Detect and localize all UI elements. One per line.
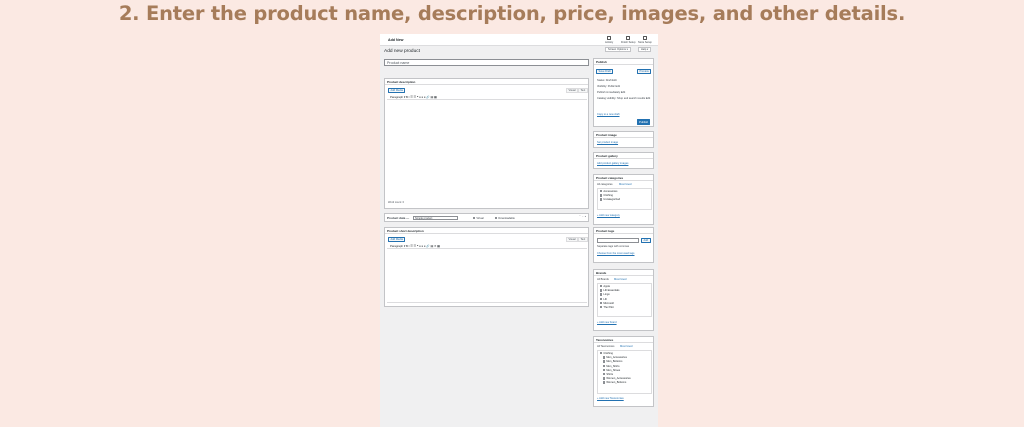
status-text: Status: Draft Edit [597, 79, 617, 82]
finish-setup-icon [626, 36, 631, 40]
short-description-title: Product short description [385, 228, 588, 234]
taxonomies-title: Taxonomies [594, 337, 653, 343]
product-type-select[interactable]: Simple product [413, 216, 458, 220]
brands-title: Brands [594, 270, 653, 276]
copy-draft-link[interactable]: Copy to a new draft [597, 113, 620, 116]
visibility-text: Visibility: Public Edit [597, 85, 621, 88]
preview-button[interactable]: Preview [637, 69, 652, 74]
product-tags-title: Product tags [594, 228, 653, 234]
short-add-media-button[interactable]: Add Media [388, 237, 406, 242]
publish-box: Publish Save Draft Preview Status: Draft… [593, 58, 654, 127]
tab-most-used-brands[interactable]: Most Used [614, 278, 626, 281]
product-image-box: Product image Set product image [593, 131, 654, 148]
finish-setup-button[interactable]: Finish Setup [621, 36, 635, 44]
save-draft-button[interactable]: Save Draft [596, 69, 614, 74]
tab-all-brands[interactable]: All Brands [597, 278, 609, 281]
add-tag-button[interactable]: Add [641, 238, 651, 243]
product-description-box: Product description Add Media Visual Tex… [384, 78, 589, 209]
brand-item[interactable]: The Pilot [600, 305, 649, 310]
taxonomies-list: Clothing Men_Accessories Men_Bottoms Men… [597, 350, 652, 394]
publish-title: Publish [594, 59, 653, 65]
publish-button[interactable]: Publish [637, 119, 651, 125]
screen-options-button[interactable]: Screen Options ▾ [605, 47, 631, 52]
short-description-editor[interactable] [387, 249, 587, 303]
add-brand-link[interactable]: + Add new brand [597, 321, 617, 324]
product-data-box: Product data — Simple product Virtual Do… [384, 213, 589, 222]
step-heading: 2. Enter the product name, description, … [118, 2, 906, 25]
taxonomy-item[interactable]: Women_Bottoms [600, 381, 649, 385]
admin-topbar: Add New Activity Finish Setup Store Setu… [380, 34, 658, 46]
tab-most-used-categories[interactable]: Most Used [619, 183, 631, 186]
help-button[interactable]: Help ▾ [638, 47, 652, 52]
categories-list: Accessories Clothing Uncategorized [597, 188, 652, 210]
add-media-button[interactable]: Add Media [388, 88, 406, 93]
product-name-input[interactable]: Product name [384, 59, 589, 66]
store-setup-icon [642, 36, 647, 40]
activity-button[interactable]: Activity [605, 36, 613, 44]
product-categories-title: Product categories [594, 175, 653, 181]
product-categories-box: Product categories All categories Most U… [593, 174, 654, 225]
product-tags-box: Product tags Add Separate tags with comm… [593, 227, 654, 263]
store-setup-button[interactable]: Store Setup [638, 36, 652, 44]
tab-most-used-taxonomies[interactable]: Most Used [620, 345, 632, 348]
product-gallery-title: Product gallery [594, 153, 653, 159]
set-product-image-link[interactable]: Set product image [597, 141, 618, 144]
category-item[interactable]: Uncategorized [600, 198, 649, 202]
brands-box: Brands All Brands Most Used Apple Lift E… [593, 269, 654, 331]
description-editor[interactable] [387, 100, 587, 197]
add-gallery-images-link[interactable]: Add product gallery images [597, 162, 628, 165]
tab-all-categories[interactable]: All categories [597, 183, 613, 186]
short-tab-text[interactable]: Text [578, 237, 588, 242]
product-gallery-box: Product gallery Add product gallery imag… [593, 152, 654, 169]
product-image-title: Product image [594, 132, 653, 138]
topbar-title: Add New [388, 38, 404, 42]
product-description-title: Product description [385, 79, 588, 85]
page-title: Add new product [384, 49, 421, 54]
add-category-link[interactable]: + Add new category [597, 214, 620, 217]
taxonomies-box: Taxonomies All Taxonomies Most Used Clot… [593, 336, 654, 407]
product-data-label: Product data — [387, 216, 410, 221]
box-controls[interactable]: ⌃ ⌄ ▴ [579, 214, 586, 220]
choose-tags-link[interactable]: Choose from the most used tags [597, 252, 634, 255]
short-tab-visual[interactable]: Visual [566, 237, 579, 242]
virtual-checkbox[interactable]: Virtual [473, 216, 484, 220]
tab-visual[interactable]: Visual [566, 88, 579, 93]
brands-list: Apple Lift Essentials Lingo Lift Microso… [597, 283, 652, 317]
tags-hint: Separate tags with commas [597, 245, 630, 248]
publish-time-text: Publish immediately Edit [597, 91, 626, 94]
add-taxonomy-link[interactable]: + Add new Taxonomies [597, 397, 624, 400]
catalog-visibility-text: Catalog visibility: Shop and search resu… [597, 97, 651, 100]
downloadable-checkbox[interactable]: Downloadable [495, 216, 515, 220]
tab-all-taxonomies[interactable]: All Taxonomies [597, 345, 614, 348]
word-count: Word count: 0 [388, 201, 405, 204]
wp-admin-screenshot: Add New Activity Finish Setup Store Setu… [380, 34, 658, 427]
activity-icon [607, 36, 612, 40]
tab-text[interactable]: Text [578, 88, 588, 93]
tags-input[interactable] [597, 238, 639, 243]
short-description-box: Product short description Add Media Visu… [384, 227, 589, 307]
